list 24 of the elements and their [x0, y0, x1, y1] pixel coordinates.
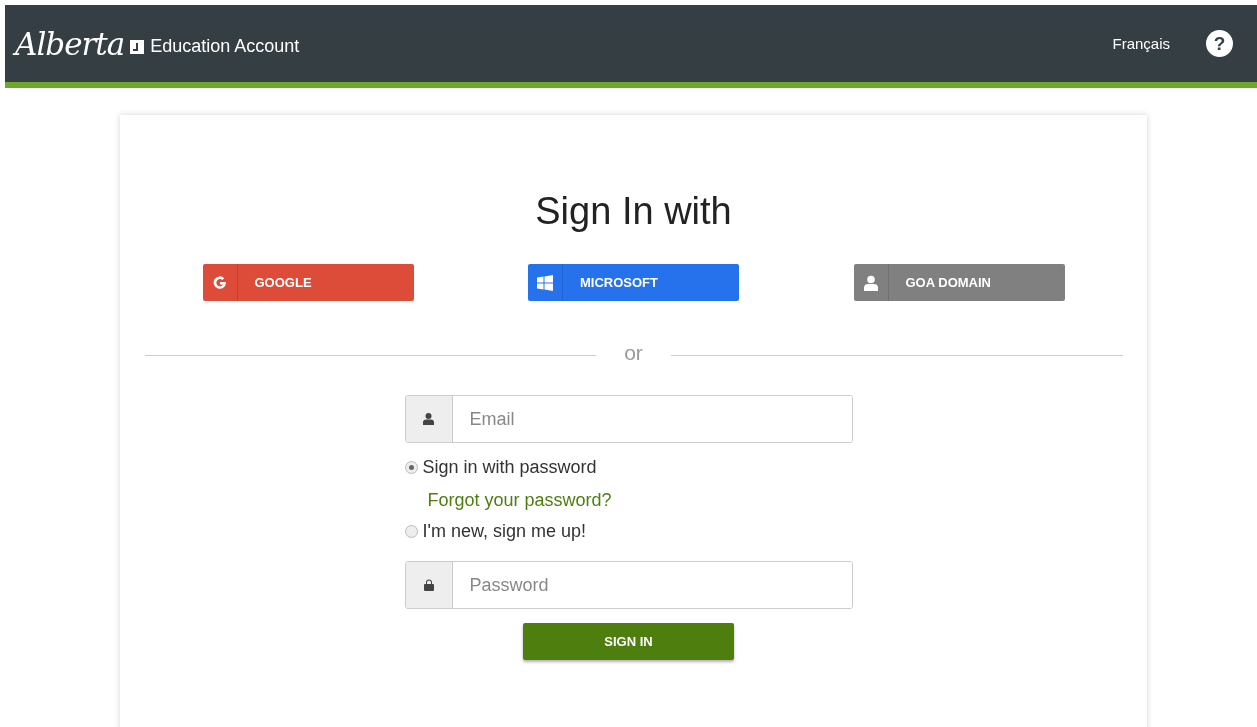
forgot-password-link[interactable]: Forgot your password? [427, 490, 853, 511]
option-label: I'm new, sign me up! [422, 521, 586, 542]
g-letter-icon [211, 274, 228, 291]
logo-mark-icon [130, 39, 145, 54]
sign-in-button[interactable]: SIGN IN [523, 623, 734, 660]
radio-button[interactable] [404, 461, 418, 474]
windows-logo-icon [537, 274, 553, 291]
radio-button[interactable] [404, 525, 418, 538]
user-icon [423, 413, 434, 425]
radio-option[interactable]: I'm new, sign me up! [404, 521, 853, 542]
google-sign-in-button[interactable]: GOOGLE [202, 264, 414, 301]
lock-icon [423, 579, 434, 591]
help-button[interactable]: ? [1206, 30, 1233, 57]
app-title: Education Account [150, 36, 300, 57]
microsoft-sign-in-button[interactable]: MICROSOFT [528, 264, 739, 301]
or-divider-text: or [623, 341, 644, 365]
domain-sign-in-button[interactable]: GOA DOMAIN [853, 264, 1065, 301]
option-label: Sign in with password [422, 457, 597, 478]
email-field[interactable]: Email [404, 395, 853, 443]
user-icon [863, 274, 878, 291]
language-link[interactable]: Français [1112, 35, 1170, 52]
password-field[interactable]: Password [404, 561, 853, 609]
radio-option[interactable]: Sign in with password [404, 457, 853, 478]
sign-in-title: Sign In with [535, 190, 732, 234]
